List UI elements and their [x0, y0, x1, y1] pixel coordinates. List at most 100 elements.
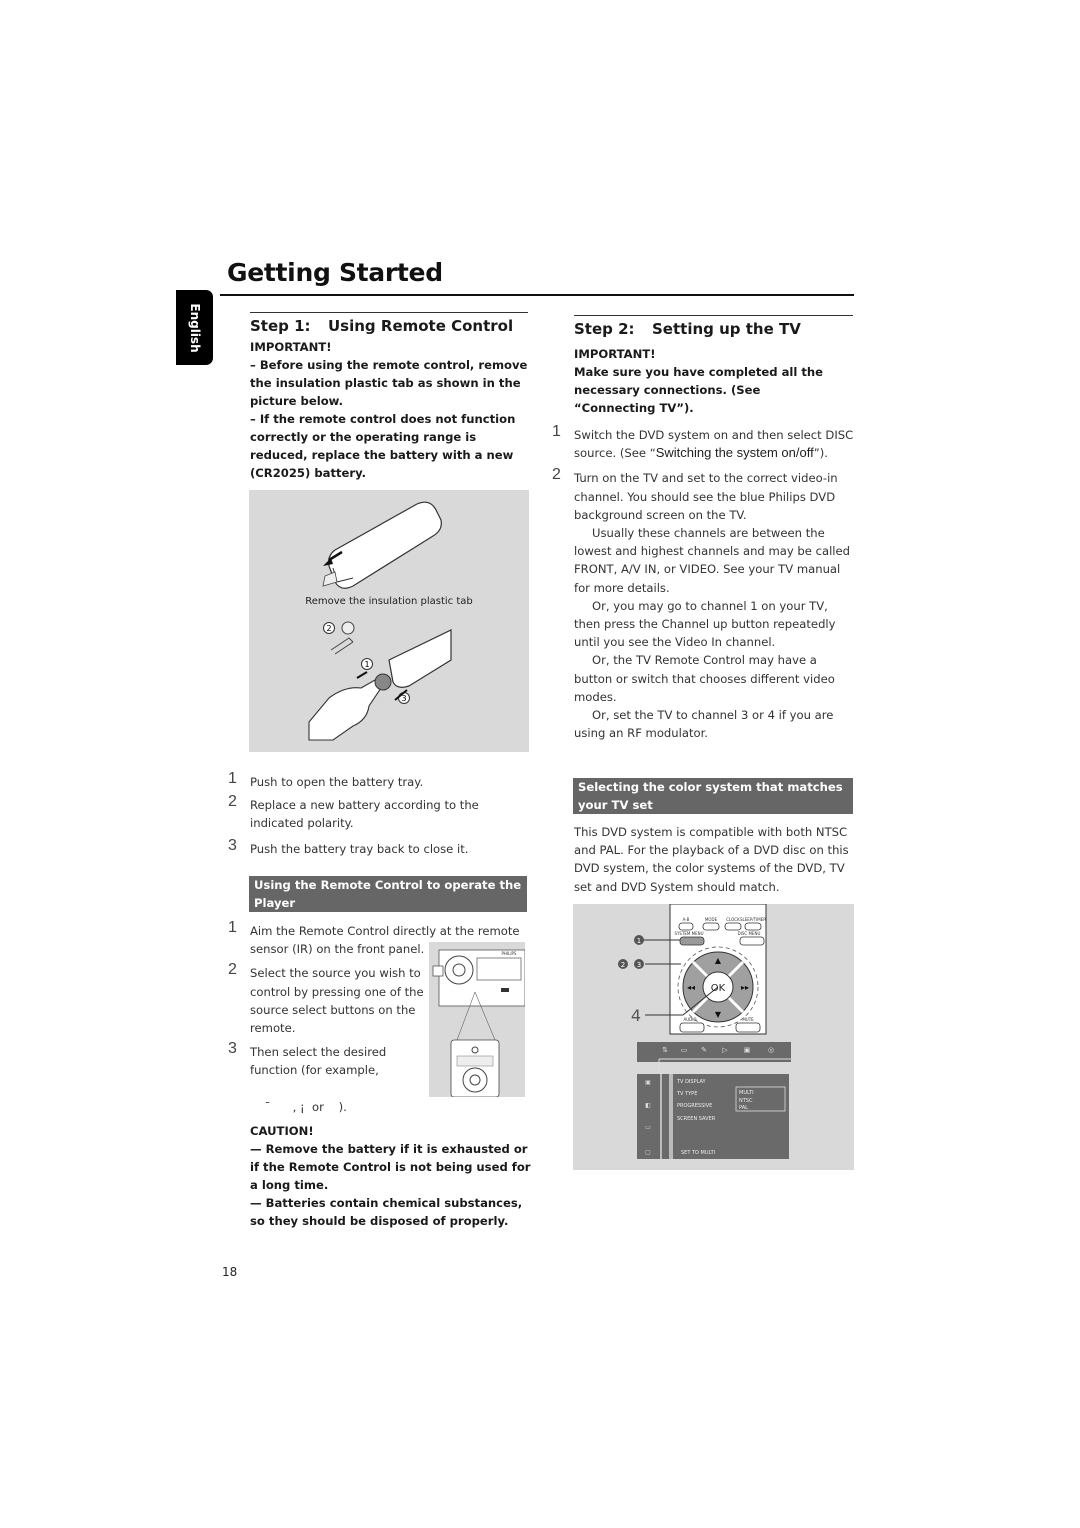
down-arrow-icon: ▼ [715, 1010, 722, 1019]
svg-text:3: 3 [637, 961, 641, 969]
important-label: IMPORTANT! [574, 347, 656, 361]
step1-heading: Step 1: Using Remote Control [250, 317, 513, 335]
player-remote-figure: PHILIPS [429, 942, 526, 1098]
step1-title: Using Remote Control [328, 317, 514, 335]
svg-text:MUTE: MUTE [742, 1017, 754, 1022]
important-label: IMPORTANT! [250, 340, 332, 354]
step2-rule [574, 315, 853, 316]
battery-icon [374, 673, 392, 691]
osd-item: PROGRESSIVE [677, 1103, 712, 1109]
osd-side-general-icon: ▢ [645, 1149, 651, 1156]
battery-tray-icon [330, 637, 354, 655]
important-item: – If the remote control does not functio… [250, 412, 516, 480]
section-banner-color-system: Selecting the color system that matches … [573, 778, 853, 814]
system-menu-button [679, 936, 705, 946]
osd-tab-picture-icon: ▣ [744, 1046, 751, 1054]
osd-option: PAL [739, 1105, 748, 1111]
important-text: Make sure you have completed all the nec… [574, 365, 824, 415]
svg-text:A-B: A-B [683, 917, 690, 922]
osd-item: TV DISPLAY [676, 1079, 707, 1085]
osd-tab-play-icon: ▷ [722, 1046, 728, 1054]
osd-side-subtitle-icon: ▭ [645, 1124, 651, 1131]
important-item: – Before using the remote control, remov… [250, 358, 528, 408]
section-banner-operate: Using the Remote Control to operate the … [249, 876, 527, 912]
paragraph: Usually these channels are between the l… [574, 526, 851, 595]
svg-text:CLOCK: CLOCK [726, 917, 740, 922]
svg-text:PHILIPS: PHILIPS [502, 951, 517, 956]
step1-rule [250, 312, 528, 313]
osd-option: NTSC [739, 1098, 753, 1104]
osd-tab-language-icon: ⇅ [662, 1046, 668, 1054]
list-item: 2 Select the source you wish to control … [228, 961, 424, 1036]
osd-footer: SET TO MULTI [681, 1150, 715, 1156]
osd-side-audio-icon: ◧ [645, 1102, 651, 1109]
osd-item: SCREEN SAVER [677, 1116, 716, 1122]
svg-text:MODE: MODE [705, 917, 718, 922]
cross-reference-link[interactable]: Switching the system on/off [656, 445, 814, 460]
svg-text:DISC MENU: DISC MENU [738, 931, 761, 936]
osd-option-selected: MULTI [739, 1090, 754, 1096]
osd-tab-settings-icon: ◎ [768, 1046, 774, 1054]
osd-tab-audio-icon: ✎ [701, 1046, 707, 1054]
paragraph: Or, set the TV to channel 3 or 4 if you … [574, 708, 834, 741]
caution-item: — Batteries contain chemical substances,… [250, 1196, 523, 1228]
paragraph: Or, you may go to channel 1 on your TV, … [574, 598, 836, 650]
audio-button [679, 1022, 705, 1033]
color-system-text: This DVD system is compatible with both … [574, 825, 849, 894]
clock-button [724, 922, 742, 931]
list-item: 2 Turn on the TV and set to the correct … [552, 466, 838, 522]
mute-button [735, 1022, 761, 1033]
callout-4-label: 4 [631, 1006, 641, 1025]
title-divider [220, 294, 854, 296]
figure-caption: Remove the insulation plastic tab [305, 596, 473, 607]
rewind-icon: ◂◂ [687, 983, 695, 992]
sleep-timer-button [744, 922, 762, 931]
language-tab: English [176, 290, 213, 365]
player-remote-illustration: PHILIPS [432, 949, 526, 1098]
battery-illustration: Remove the insulation plastic tab 2 1 3 [305, 501, 473, 741]
disc-menu-button [739, 936, 765, 946]
svg-text:2: 2 [326, 624, 331, 633]
remote-top-illustration [322, 501, 442, 589]
list-item: 2 Replace a new battery according to the… [228, 793, 479, 831]
list-item: 3 Push the battery tray back to close it… [228, 836, 469, 856]
remote-osd-illustration: A-B MODE CLOCK SLEEP/TIMER SYSTEM MENU D… [618, 903, 791, 1159]
step2-number: Step 2: [574, 320, 635, 338]
step2-paragraphs: Usually these channels are between the l… [552, 524, 854, 742]
osd-tab-display-icon: ▭ [681, 1046, 688, 1054]
svg-text:1: 1 [637, 937, 641, 945]
caution-label: CAUTION! [250, 1124, 314, 1138]
osd-item-selected: TV TYPE [676, 1091, 697, 1097]
svg-text:1: 1 [364, 660, 369, 669]
svg-text:SLEEP/TIMER: SLEEP/TIMER [740, 917, 766, 922]
list-item: 3 Then select the desired function (for … [228, 1040, 387, 1078]
language-tab-label: English [187, 302, 202, 353]
svg-text:2: 2 [621, 961, 625, 969]
list-item: 1 Push to open the battery tray. [228, 770, 424, 789]
step1-number: Step 1: [250, 317, 311, 335]
step2-title: Setting up the TV [652, 320, 801, 338]
coin-battery-icon [341, 621, 355, 635]
svg-text:SYSTEM MENU: SYSTEM MENU [674, 931, 703, 936]
step2-important: IMPORTANT! Make sure you have completed … [574, 345, 844, 417]
remote-osd-figure: A-B MODE CLOCK SLEEP/TIMER SYSTEM MENU D… [573, 903, 854, 1170]
ab-button [678, 922, 694, 931]
svg-text:3: 3 [401, 694, 406, 703]
mode-button [702, 922, 720, 931]
paragraph: Or, the TV Remote Control may have a but… [574, 653, 835, 704]
list-item: 1 Switch the DVD system on and then sele… [552, 423, 854, 461]
caution-item: — Remove the battery if it is exhausted … [250, 1142, 531, 1192]
battery-figure: Remove the insulation plastic tab 2 1 3 [249, 490, 529, 752]
battery-steps: 1 Push to open the battery tray. 2 Repla… [228, 770, 528, 858]
step2-heading: Step 2: Setting up the TV [574, 320, 801, 338]
step2-steps: 1 Switch the DVD system on and then sele… [552, 423, 854, 742]
svg-text:OK: OK [711, 983, 726, 994]
page-number: 18 [222, 1265, 238, 1279]
page-title: Getting Started [227, 258, 443, 287]
forward-icon: ▸▸ [741, 983, 749, 992]
up-arrow-icon: ▲ [715, 956, 722, 965]
caution-block: CAUTION! — Remove the battery if it is e… [250, 1122, 535, 1230]
hand-icon [308, 679, 382, 741]
osd-side-display-icon: ▣ [645, 1079, 651, 1086]
step1-important: IMPORTANT! – Before using the remote con… [250, 338, 535, 482]
